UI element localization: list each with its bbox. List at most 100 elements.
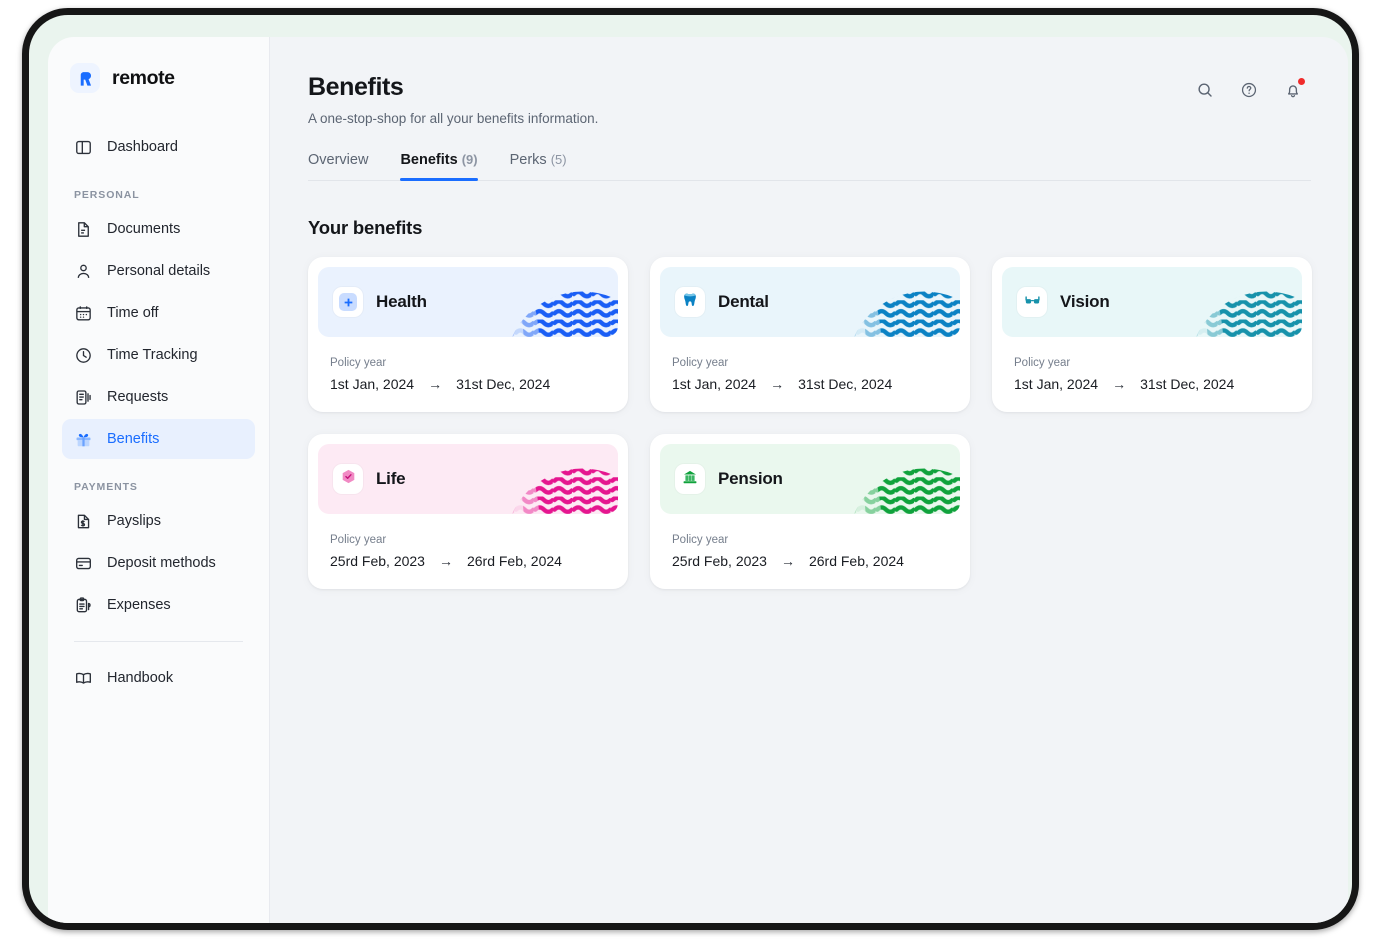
sidebar-group-label-payments: PAYMENTS [74,481,138,493]
policy-year-range: 25rd Feb, 2023 → 26rd Feb, 2024 [330,553,606,569]
date-arrow-icon: → [770,376,785,392]
header-actions [1192,73,1306,103]
notification-badge-dot [1298,78,1305,85]
gift-icon [74,430,93,449]
tab-benefits[interactable]: Benefits (9) [400,152,478,181]
card-icon-tile [675,287,705,317]
card-title: Life [376,469,406,488]
sidebar-item-label: Deposit methods [107,555,216,571]
policy-end-date: 31st Dec, 2024 [456,376,551,392]
card-body: Policy year 1st Jan, 2024 → 31st Dec, 20… [318,337,618,392]
sidebar-item-label: Handbook [107,670,174,686]
benefit-card-dental[interactable]: Dental Policy year 1st Jan, 2024 → 31st … [650,257,970,412]
help-icon[interactable] [1236,77,1262,103]
tab-overview[interactable]: Overview [308,152,368,180]
date-arrow-icon: → [1112,376,1127,392]
sidebar-item-deposit-methods[interactable]: Deposit methods [62,543,255,583]
date-arrow-icon: → [780,553,795,569]
brand[interactable]: remote [48,63,269,93]
benefit-card-pension[interactable]: Pension Policy year 25rd Feb, 2023 → 26r… [650,434,970,589]
sidebar-item-expenses[interactable]: Expenses [62,585,255,625]
main-content: Benefits A one-stop-shop for all your be… [270,37,1348,923]
sidebar-item-label: Benefits [107,431,160,447]
tab-label: Benefits [400,152,458,168]
sidebar-item-requests[interactable]: Requests [62,377,255,417]
card-body: Policy year 25rd Feb, 2023 → 26rd Feb, 2… [318,514,618,569]
tab-count: (9) [461,152,478,167]
card-icon-tile [1017,287,1047,317]
card-title: Dental [718,292,769,311]
sidebar-nav-top: Dashboard [48,127,269,167]
policy-year-label: Policy year [330,534,387,546]
card-icon [74,554,93,573]
tab-perks[interactable]: Perks (5) [510,152,567,180]
card-title: Vision [1060,292,1110,311]
sidebar-item-benefits[interactable]: Benefits [62,419,255,459]
decorative-sphere [1189,291,1302,337]
policy-year-label: Policy year [330,357,387,369]
sidebar-item-time-tracking[interactable]: Time Tracking [62,335,255,375]
card-body: Policy year 1st Jan, 2024 → 31st Dec, 20… [660,337,960,392]
policy-start-date: 1st Jan, 2024 [330,376,415,392]
decorative-sphere [847,291,960,337]
sidebar-item-handbook[interactable]: Handbook [62,658,255,698]
requests-icon [74,388,93,407]
sidebar-item-label: Time Tracking [107,347,198,363]
card-body: Policy year 25rd Feb, 2023 → 26rd Feb, 2… [660,514,960,569]
policy-start-date: 1st Jan, 2024 [1014,376,1099,392]
sidebar: remote Dashboard PERSONAL Documents Pers… [48,37,270,923]
decorative-sphere [505,291,618,337]
sidebar-item-time-off[interactable]: Time off [62,293,255,333]
section-title: Your benefits [308,217,423,238]
sidebar-item-dashboard[interactable]: Dashboard [62,127,255,167]
book-icon [74,669,93,688]
policy-year-range: 1st Jan, 2024 → 31st Dec, 2024 [1014,376,1290,392]
policy-year-label: Policy year [672,534,729,546]
sidebar-item-personal-details[interactable]: Personal details [62,251,255,291]
tab-label: Overview [308,152,369,168]
page-header-text: Benefits A one-stop-shop for all your be… [308,73,598,126]
tab-bar: Overview Benefits (9) Perks (5) [308,152,1311,181]
benefit-card-health[interactable]: Health Policy year 1st Jan, 2024 → 31st … [308,257,628,412]
benefit-card-vision[interactable]: Vision Policy year 1st Jan, 2024 → 31st … [992,257,1312,412]
app-viewport: remote Dashboard PERSONAL Documents Pers… [48,37,1348,923]
sidebar-item-documents[interactable]: Documents [62,209,255,249]
page-subtitle: A one-stop-shop for all your benefits in… [308,111,599,126]
policy-end-date: 26rd Feb, 2024 [808,553,904,569]
sidebar-item-label: Personal details [107,263,211,279]
date-arrow-icon: → [428,376,443,392]
person-icon [74,262,93,281]
card-title: Health [376,292,427,311]
card-icon-tile [675,464,705,494]
policy-year-range: 1st Jan, 2024 → 31st Dec, 2024 [330,376,606,392]
notifications-bell-icon[interactable] [1280,77,1306,103]
page-title: Benefits [308,73,404,101]
benefit-card-life[interactable]: Life Policy year 25rd Feb, 2023 → 26rd F… [308,434,628,589]
sidebar-item-label: Dashboard [107,139,178,155]
policy-year-label: Policy year [1014,357,1071,369]
card-banner: Dental [660,267,960,337]
remote-r-logo-icon [70,63,100,93]
sidebar-nav-footer: Handbook [48,658,269,698]
policy-year-range: 25rd Feb, 2023 → 26rd Feb, 2024 [672,553,948,569]
sidebar-nav-personal: Documents Personal details Time off Time… [48,209,269,459]
sidebar-item-label: Time off [107,305,159,321]
dashboard-panel-icon [74,138,93,157]
sidebar-group-label-personal: PERSONAL [74,189,140,201]
medical-cross-icon [339,293,357,311]
clock-icon [74,346,93,365]
decorative-sphere [505,468,618,514]
tab-count: (5) [550,152,567,167]
sidebar-divider [74,641,243,642]
life-shield-icon [340,468,357,490]
policy-end-date: 31st Dec, 2024 [1140,376,1235,392]
benefits-card-grid: Health Policy year 1st Jan, 2024 → 31st … [308,257,1312,589]
policy-year-range: 1st Jan, 2024 → 31st Dec, 2024 [672,376,948,392]
policy-start-date: 25rd Feb, 2023 [330,553,425,569]
card-title: Pension [718,469,783,488]
tab-label: Perks [509,152,547,168]
card-banner: Life [318,444,618,514]
search-icon[interactable] [1192,77,1218,103]
card-icon-tile [333,287,363,317]
sidebar-item-payslips[interactable]: Payslips [62,501,255,541]
